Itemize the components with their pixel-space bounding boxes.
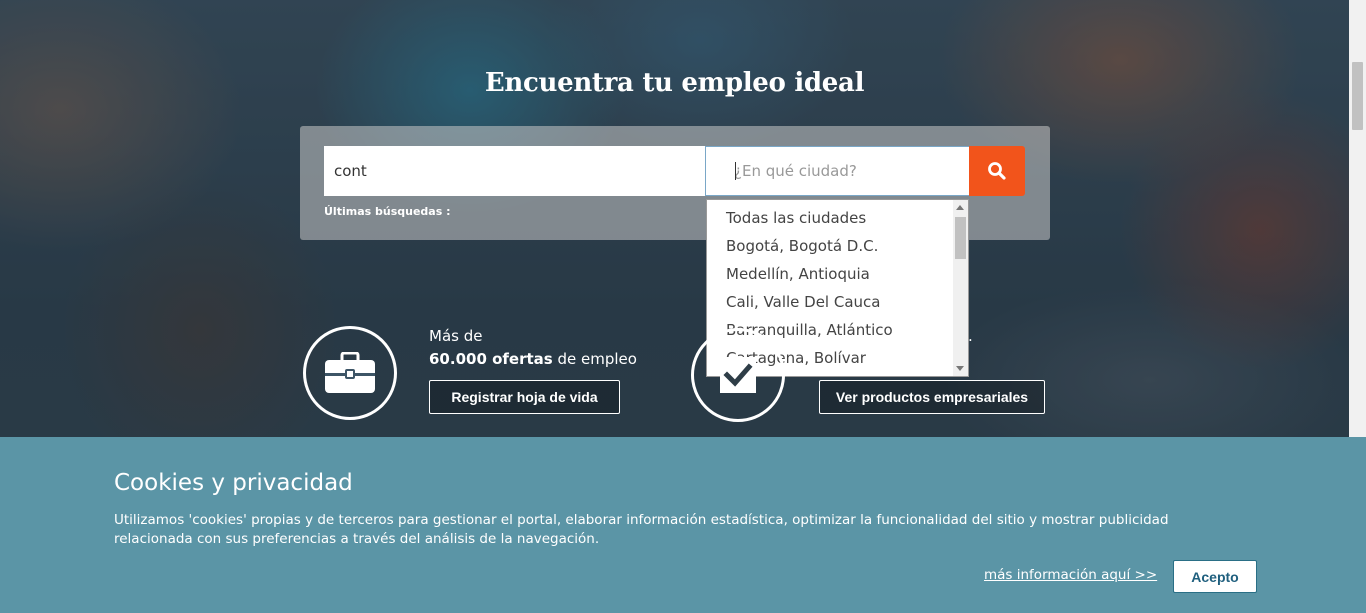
briefcase-icon bbox=[325, 352, 375, 393]
text-caret bbox=[735, 162, 736, 180]
city-option[interactable]: Bogotá, Bogotá D.C. bbox=[707, 232, 968, 260]
city-option[interactable]: Cali, Valle Del Cauca bbox=[707, 288, 968, 316]
more-info-link[interactable]: más información aquí >> bbox=[984, 567, 1157, 583]
city-option[interactable]: Medellín, Antioquia bbox=[707, 260, 968, 288]
scroll-down-arrow-icon[interactable] bbox=[956, 366, 964, 371]
checkbox-circle bbox=[691, 328, 785, 422]
offers-count: 60.000 ofertas bbox=[429, 350, 553, 368]
cookie-title: Cookies y privacidad bbox=[114, 470, 353, 496]
search-button[interactable] bbox=[969, 146, 1025, 196]
business-products-button[interactable]: Ver productos empresariales bbox=[819, 380, 1045, 414]
checkbox-icon bbox=[720, 357, 756, 393]
keyword-input[interactable]: cont bbox=[324, 146, 706, 196]
register-cv-button[interactable]: Registrar hoja de vida bbox=[429, 380, 620, 414]
page-scrollbar-thumb[interactable] bbox=[1352, 62, 1363, 130]
offers-suffix: de empleo bbox=[552, 350, 637, 368]
briefcase-circle bbox=[303, 326, 397, 420]
dropdown-scrollbar-thumb[interactable] bbox=[955, 217, 966, 259]
dropdown-scrollbar[interactable] bbox=[953, 200, 968, 376]
cookie-text: Utilizamos 'cookies' propias y de tercer… bbox=[114, 512, 1169, 547]
candidates-line1: Más de bbox=[429, 327, 483, 345]
search-icon bbox=[988, 162, 1006, 180]
scroll-up-arrow-icon[interactable] bbox=[956, 205, 964, 210]
accept-cookies-button[interactable]: Acepto bbox=[1173, 560, 1257, 593]
candidates-text: Más de 60.000 ofertas de empleo bbox=[429, 325, 637, 371]
recent-searches-label: Últimas búsquedas : bbox=[324, 205, 451, 218]
candidates-line2: 60.000 ofertas de empleo bbox=[429, 348, 637, 371]
companies-text: . bbox=[968, 327, 973, 345]
page-title: Encuentra tu empleo ideal bbox=[484, 68, 865, 98]
city-input[interactable]: ¿En qué ciudad? bbox=[705, 146, 970, 196]
city-option[interactable]: Todas las ciudades bbox=[707, 204, 968, 232]
cookie-banner: Cookies y privacidad Utilizamos 'cookies… bbox=[0, 437, 1366, 613]
